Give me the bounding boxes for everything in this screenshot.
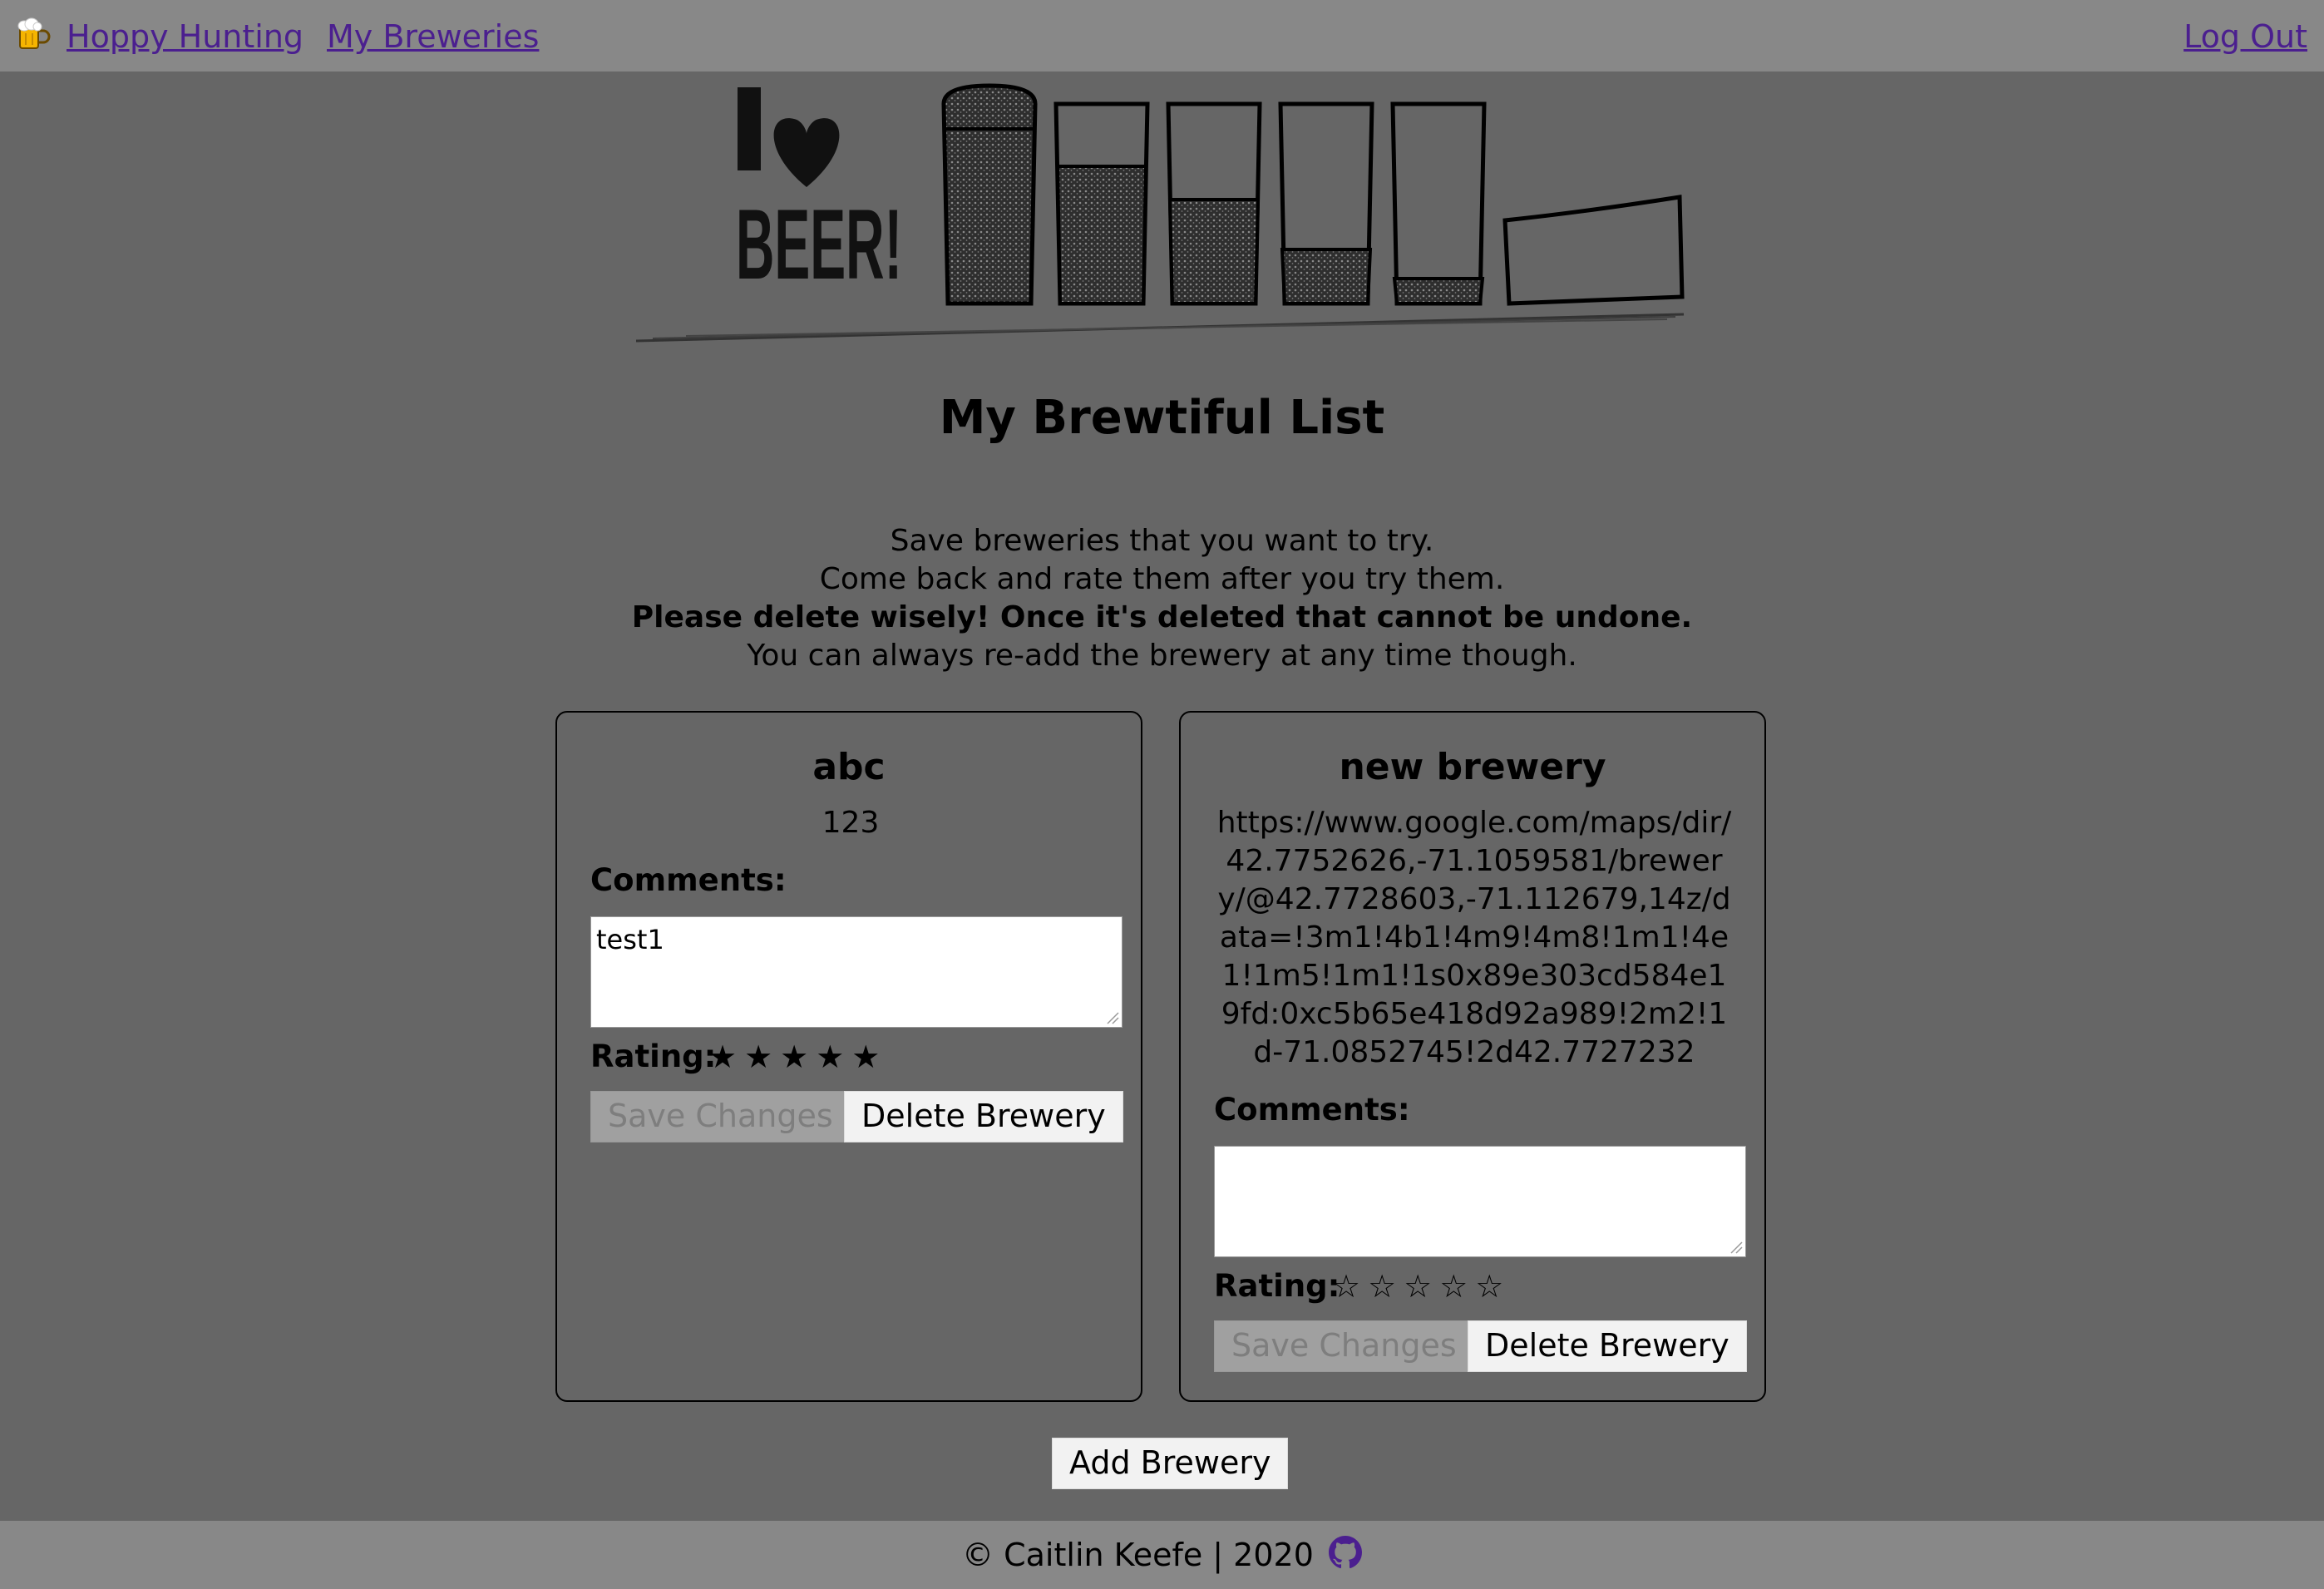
svg-text:BEER!: BEER! xyxy=(736,189,902,300)
add-brewery-button[interactable]: Add Brewery xyxy=(1052,1438,1289,1489)
rating-stars[interactable]: ☆☆☆☆☆ xyxy=(1332,1268,1511,1305)
brewery-info: 123 xyxy=(822,806,880,840)
top-navbar: Hoppy Hunting My Breweries Log Out xyxy=(0,0,2324,72)
intro-line: Save breweries that you want to try. xyxy=(890,524,1434,558)
comments-textarea[interactable]: test1 xyxy=(590,916,1123,1028)
brewery-name: abc xyxy=(812,746,886,788)
save-changes-button[interactable]: Save Changes xyxy=(1214,1320,1474,1372)
comments-label: Comments: xyxy=(1214,1092,1410,1128)
delete-warning: Please delete wisely! Once it's deleted … xyxy=(631,600,1693,634)
i-love-beer-banner-image: BEER! xyxy=(636,83,1685,343)
resize-grip-icon[interactable] xyxy=(1728,1239,1743,1254)
comments-label: Comments: xyxy=(590,862,787,898)
comments-textarea[interactable] xyxy=(1214,1146,1746,1257)
footer: © Caitlin Keefe | 2020 xyxy=(0,1521,2324,1589)
brewery-card: new brewery https://www.google.com/maps/… xyxy=(1179,711,1766,1402)
intro-line: Come back and rate them after you try th… xyxy=(819,562,1505,596)
intro-line: You can always re-add the brewery at any… xyxy=(747,639,1577,673)
nav-link-my-breweries[interactable]: My Breweries xyxy=(327,18,539,55)
beer-mug-icon xyxy=(17,17,51,49)
brewery-card: abc 123 Comments: test1 Rating: ★★★★★ Sa… xyxy=(555,711,1142,1402)
rating-label: Rating: xyxy=(590,1039,717,1074)
nav-link-log-out[interactable]: Log Out xyxy=(2183,18,2307,55)
github-icon[interactable] xyxy=(1328,1536,1362,1569)
delete-brewery-button[interactable]: Delete Brewery xyxy=(1468,1320,1747,1372)
rating-stars[interactable]: ★★★★★ xyxy=(708,1039,887,1075)
resize-grip-icon[interactable] xyxy=(1104,1009,1119,1024)
nav-link-hoppy-hunting[interactable]: Hoppy Hunting xyxy=(67,18,303,55)
delete-brewery-button[interactable]: Delete Brewery xyxy=(844,1091,1123,1142)
brewery-name: new brewery xyxy=(1339,746,1606,788)
intro-text: Save breweries that you want to try. Com… xyxy=(0,522,2324,675)
brewery-info: https://www.google.com/maps/dir/42.77526… xyxy=(1216,806,1732,1069)
save-changes-button[interactable]: Save Changes xyxy=(590,1091,851,1142)
copyright-text: © Caitlin Keefe | 2020 xyxy=(962,1537,1314,1573)
rating-label: Rating: xyxy=(1214,1268,1340,1304)
page-title: My Brewtiful List xyxy=(939,391,1385,445)
